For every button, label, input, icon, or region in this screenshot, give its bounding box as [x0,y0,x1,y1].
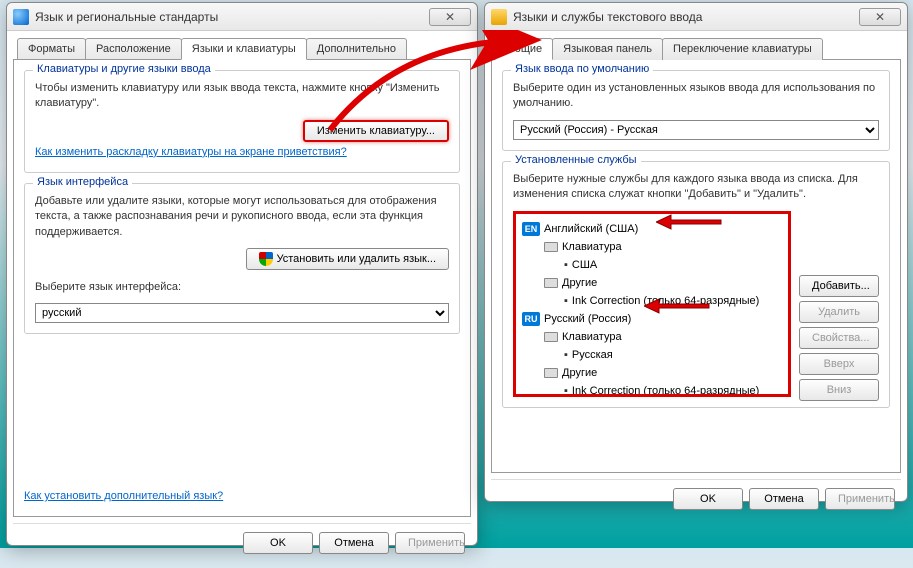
install-language-button[interactable]: Установить или удалить язык... [246,248,450,270]
group-desc: Чтобы изменить клавиатуру или язык ввода… [35,81,449,112]
add-button[interactable]: Добавить... [799,275,879,297]
titlebar[interactable]: Языки и службы текстового ввода ✕ [485,3,907,31]
group-desc: Добавьте или удалите языки, которые могу… [35,194,449,240]
tree-lang-ru[interactable]: RUРусский (Россия) [522,310,782,328]
tree-item[interactable]: Ink Correction (только 64-разрядные) [522,292,782,310]
down-button[interactable]: Вниз [799,379,879,401]
tab-switching[interactable]: Переключение клавиатуры [662,38,823,60]
tab-strip: Общие Языковая панель Переключение клави… [495,38,901,60]
install-additional-link[interactable]: Как установить дополнительный язык? [24,490,223,502]
keyboards-group: Клавиатуры и другие языки ввода Чтобы из… [24,70,460,173]
tree-item[interactable]: Другие [522,364,782,382]
tree-lang-en[interactable]: ENАнглийский (США) [522,220,782,238]
installed-services-group: Установленные службы Выберите нужные слу… [502,161,890,408]
region-language-window: Язык и региональные стандарты ✕ Форматы … [6,2,478,546]
tree-item[interactable]: Клавиатура [522,328,782,346]
display-language-select[interactable]: русский [35,303,449,323]
shield-icon [259,252,273,266]
en-badge: EN [522,222,540,236]
window-title: Языки и службы текстового ввода [513,10,859,24]
remove-button[interactable]: Удалить [799,301,879,323]
close-button[interactable]: ✕ [429,8,471,26]
apply-button[interactable]: Применить [825,488,895,510]
tab-location[interactable]: Расположение [85,38,182,60]
tree-action-buttons: Добавить... Удалить Свойства... Вверх Вн… [799,211,879,401]
apply-button[interactable]: Применить [395,532,465,554]
dialog-buttons: OK Отмена Применить [13,523,471,562]
tab-strip: Форматы Расположение Языки и клавиатуры … [17,38,471,60]
group-title: Установленные службы [511,154,641,166]
tab-language-bar[interactable]: Языковая панель [552,38,663,60]
tree-item[interactable]: Другие [522,274,782,292]
cancel-button[interactable]: Отмена [319,532,389,554]
tab-keyboards[interactable]: Языки и клавиатуры [181,38,307,60]
group-title: Язык интерфейса [33,176,132,188]
default-language-select[interactable]: Русский (Россия) - Русская [513,120,879,140]
up-button[interactable]: Вверх [799,353,879,375]
change-keyboard-button[interactable]: Изменить клавиатуру... [303,120,449,142]
display-language-group: Язык интерфейса Добавьте или удалите язы… [24,183,460,335]
properties-button[interactable]: Свойства... [799,327,879,349]
folder-icon [491,9,507,25]
close-button[interactable]: ✕ [859,8,901,26]
tab-general[interactable]: Общие [495,38,553,60]
tree-item[interactable]: Ink Correction (только 64-разрядные) [522,382,782,397]
group-desc: Выберите нужные службы для каждого языка… [513,172,879,203]
keyboard-icon [544,332,558,342]
welcome-layout-link[interactable]: Как изменить раскладку клавиатуры на экр… [35,146,347,158]
window-title: Язык и региональные стандарты [35,10,429,24]
group-title: Клавиатуры и другие языки ввода [33,63,215,75]
tree-item[interactable]: США [522,256,782,274]
tab-formats[interactable]: Форматы [17,38,86,60]
globe-icon [13,9,29,25]
dialog-buttons: OK Отмена Применить [491,479,901,518]
titlebar[interactable]: Язык и региональные стандарты ✕ [7,3,477,31]
language-tree[interactable]: ENАнглийский (США) Клавиатура США Другие… [513,211,791,397]
group-title: Язык ввода по умолчанию [511,63,653,75]
tree-item[interactable]: Клавиатура [522,238,782,256]
keyboard-icon [544,368,558,378]
keyboard-icon [544,278,558,288]
ok-button[interactable]: OK [673,488,743,510]
cancel-button[interactable]: Отмена [749,488,819,510]
select-label: Выберите язык интерфейса: [35,280,449,295]
group-desc: Выберите один из установленных языков вв… [513,81,879,112]
keyboard-icon [544,242,558,252]
ru-badge: RU [522,312,540,326]
default-input-group: Язык ввода по умолчанию Выберите один из… [502,70,890,151]
tree-item[interactable]: Русская [522,346,782,364]
text-services-window: Языки и службы текстового ввода ✕ Общие … [484,2,908,502]
ok-button[interactable]: OK [243,532,313,554]
tab-advanced[interactable]: Дополнительно [306,38,407,60]
